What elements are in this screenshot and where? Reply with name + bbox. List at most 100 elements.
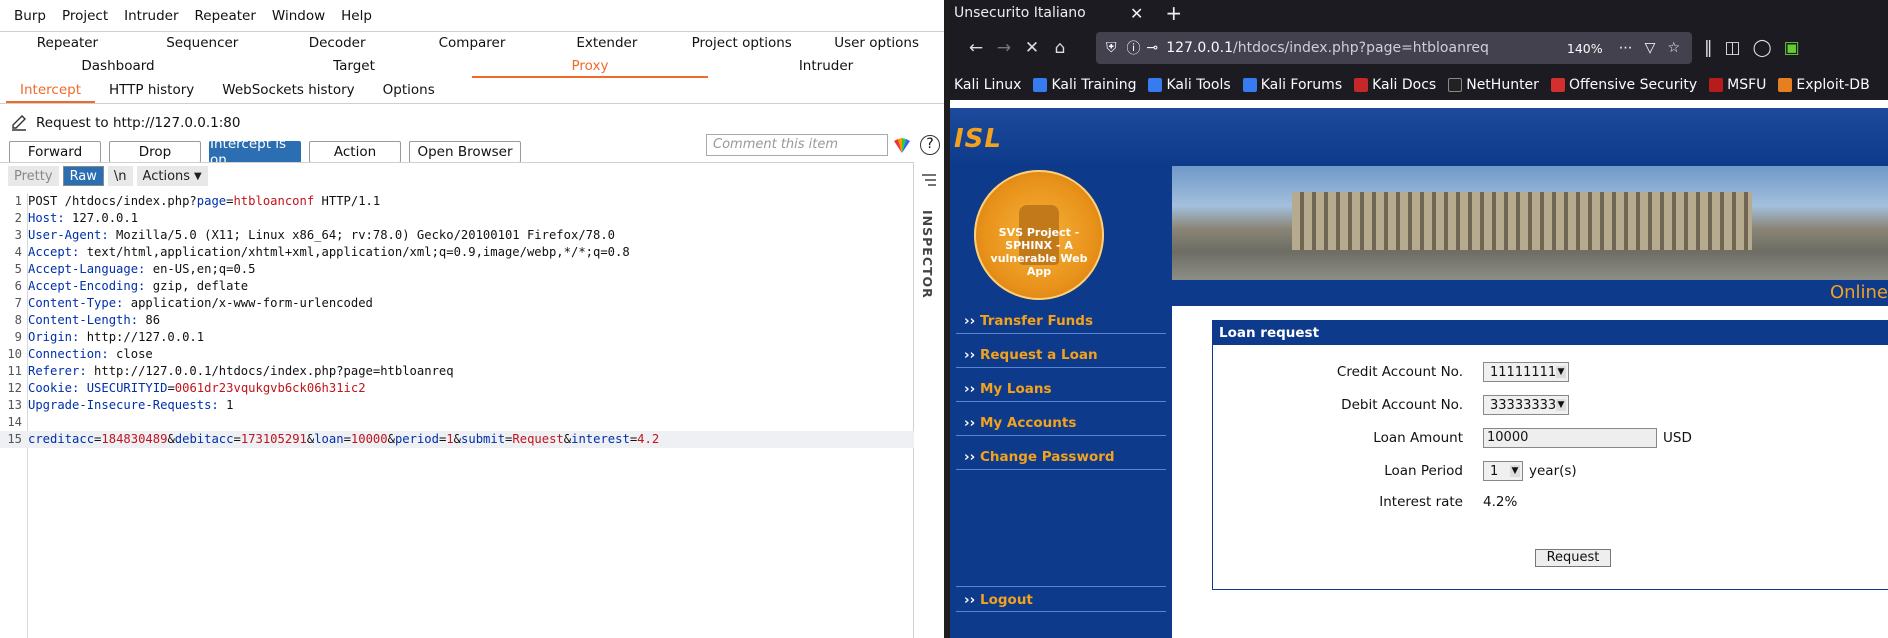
tab-intruder[interactable]: Intruder [708,55,944,78]
url-bar[interactable]: ⛨ ⓘ ⊸ 127.0.0.1/htdocs/index.php?page=ht… [1096,32,1692,64]
request-line[interactable]: 4 Accept: text/html,application/xhtml+xml… [0,244,914,261]
more-icon[interactable]: ⋯ [1619,40,1633,56]
back-icon[interactable]: ← [962,38,990,58]
bookmark-kali-tools[interactable]: Kali Tools [1148,77,1231,93]
tab-project-options[interactable]: Project options [674,32,809,55]
tab-target[interactable]: Target [236,55,472,78]
menu-help[interactable]: Help [333,8,380,24]
bookmark-offensive-security[interactable]: Offensive Security [1550,77,1697,93]
menu-burp[interactable]: Burp [6,8,54,24]
exploit-db-icon [1778,78,1793,92]
pretty-button[interactable]: Pretty [8,166,59,186]
tab-proxy[interactable]: Proxy [472,55,708,78]
inspector-panel[interactable]: INSPECTOR [914,162,944,638]
nav-my-accounts[interactable]: My Accounts [956,410,1166,436]
highlight-color-icon[interactable] [892,135,912,155]
tab-repeater[interactable]: Repeater [0,32,135,55]
close-tab-icon[interactable]: ✕ [1130,4,1143,23]
tab-sequencer[interactable]: Sequencer [135,32,270,55]
menu-intruder[interactable]: Intruder [116,8,186,24]
browser-tab[interactable]: Unsecurito Italiano ✕ + [950,0,1888,26]
request-submit-button[interactable]: Request [1535,549,1611,567]
request-line[interactable]: 15 creditacc=184830489&debitacc=173105291… [0,431,914,448]
tab-decoder[interactable]: Decoder [270,32,405,55]
request-line[interactable]: 12 Cookie: USECURITYID=0061dr23vqukgvb6ck… [0,380,914,397]
request-line[interactable]: 5 Accept-Language: en-US,en;q=0.5 [0,261,914,278]
action-button[interactable]: Action [309,141,401,163]
nav-logout[interactable]: Logout [956,586,1166,613]
request-line[interactable]: 8 Content-Length: 86 [0,312,914,329]
bookmark-kali-linux[interactable]: Kali Linux [954,77,1021,93]
actions-dropdown[interactable]: Actions ▼ [136,166,208,186]
inspector-label[interactable]: INSPECTOR [920,210,935,299]
bookmark-msfu[interactable]: MSFU [1709,77,1766,93]
nethunter-icon [1448,78,1463,92]
subtab-websockets-history[interactable]: WebSockets history [208,78,368,103]
subtab-options[interactable]: Options [369,78,449,103]
request-line[interactable]: 1 POST /htdocs/index.php?page=htbloanconf… [0,193,914,210]
actions-label: Actions [142,168,191,184]
account-icon[interactable]: ◯ [1753,38,1772,58]
nav-transfer-funds[interactable]: Transfer Funds [956,308,1166,334]
bookmark-kali-forums[interactable]: Kali Forums [1242,77,1342,93]
home-icon[interactable]: ⌂ [1046,38,1074,58]
tab-user-options[interactable]: User options [809,32,944,55]
request-body[interactable]: 1 POST /htdocs/index.php?page=htbloanconf… [0,193,914,448]
bookmark-exploit-db[interactable]: Exploit-DB [1778,77,1870,93]
menu-project[interactable]: Project [54,8,116,24]
raw-button[interactable]: Raw [62,166,104,186]
subtab-http-history[interactable]: HTTP history [95,78,208,103]
request-editor[interactable]: Pretty Raw \n Actions ▼ 1 POST /htdocs/ind… [0,162,914,638]
stop-icon[interactable]: ✕ [1018,38,1046,58]
comment-input[interactable]: Comment this item [706,134,888,156]
library-icon[interactable]: ‖ [1704,38,1713,58]
tab-comparer[interactable]: Comparer [405,32,540,55]
pocket-icon[interactable]: ▽ [1645,40,1656,56]
request-line[interactable]: 2 Host: 127.0.0.1 [0,210,914,227]
proxy-subtabs: Intercept HTTP history WebSockets histor… [0,78,944,104]
intercept-toggle-button[interactable]: Intercept is on [209,136,301,168]
menu-window[interactable]: Window [264,8,333,24]
request-line[interactable]: 14 [0,414,914,431]
request-line[interactable]: 11 Referer: http://127.0.0.1/htdocs/index… [0,363,914,380]
open-browser-button[interactable]: Open Browser [409,141,521,163]
nav-request-loan[interactable]: Request a Loan [956,342,1166,368]
forward-icon[interactable]: → [990,38,1018,58]
loan-period-select[interactable]: 1 ▼ [1483,461,1523,481]
subtab-intercept[interactable]: Intercept [6,78,95,103]
period-value: 1 [1490,463,1499,479]
star-icon[interactable]: ☆ [1667,40,1680,56]
debit-account-select[interactable]: 33333333 ▼ [1483,395,1569,415]
interest-value: 4.2% [1483,494,1518,510]
info-icon[interactable]: ⓘ [1127,38,1141,58]
menu-icon[interactable] [922,174,936,186]
site-header: ISL [950,108,1888,166]
forward-button[interactable]: Forward [9,141,101,163]
request-line[interactable]: 3 User-Agent: Mozilla/5.0 (X11; Linux x86… [0,227,914,244]
nav-change-password[interactable]: Change Password [956,444,1166,470]
zoom-level[interactable]: 140% [1567,41,1603,56]
sidebar-icon[interactable]: ◫ [1725,38,1741,58]
newline-toggle[interactable]: \n [107,166,133,186]
loan-amount-input[interactable]: 10000 [1483,428,1657,448]
request-line[interactable]: 9 Origin: http://127.0.0.1 [0,329,914,346]
bookmark-kali-docs[interactable]: Kali Docs [1354,77,1436,93]
new-tab-icon[interactable]: + [1165,1,1182,25]
nav-my-loans[interactable]: My Loans [956,376,1166,402]
bookmark-nethunter[interactable]: NetHunter [1448,77,1539,93]
request-line[interactable]: 6 Accept-Encoding: gzip, deflate [0,278,914,295]
bookmark-kali-training[interactable]: Kali Training [1033,77,1136,93]
credit-account-select[interactable]: 11111111 ▼ [1483,362,1569,382]
tab-extender[interactable]: Extender [539,32,674,55]
tab-dashboard[interactable]: Dashboard [0,55,236,78]
shield-icon[interactable]: ⛨ [1106,40,1117,56]
drop-button[interactable]: Drop [109,141,201,163]
help-icon[interactable]: ? [920,135,940,155]
nav-bar: ← → ✕ ⌂ ⛨ ⓘ ⊸ 127.0.0.1/htdocs/index.php… [950,26,1888,70]
request-line[interactable]: 7 Content-Type: application/x-www-form-ur… [0,295,914,312]
extension-icon[interactable]: ▣ [1784,38,1800,58]
request-line[interactable]: 13 Upgrade-Insecure-Requests: 1 [0,397,914,414]
request-line[interactable]: 10 Connection: close [0,346,914,363]
menu-repeater[interactable]: Repeater [187,8,264,24]
token: close [108,347,153,361]
